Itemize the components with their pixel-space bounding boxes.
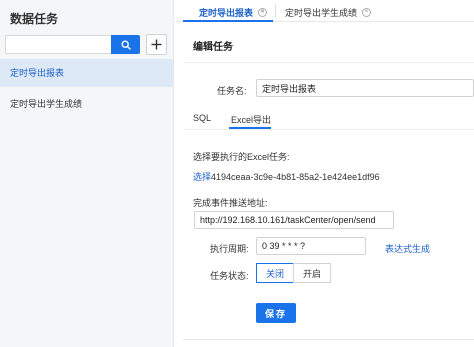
status-label: 任务状态: [210,271,249,281]
save-button[interactable]: 保存 [256,303,296,323]
plus-icon [151,39,162,50]
divider [183,62,474,63]
add-task-button[interactable] [146,34,167,55]
subtab-sql[interactable]: SQL [193,113,211,123]
tab-separator [275,4,276,18]
task-name-field[interactable]: 定时导出报表 [256,79,474,97]
search-button[interactable] [111,35,140,54]
divider [183,129,474,130]
tab-label: 定时导出学生成绩 [285,7,358,18]
excel-task-row: 选择4194ceaa-3c9e-4b81-85a2-1e424ee1df96 [193,170,380,183]
tab-grades[interactable]: 定时导出学生成绩 × [285,2,372,22]
sidebar-title: 数据任务 [10,12,59,26]
tab-active-indicator [183,20,273,22]
task-name-label: 任务名: [217,86,247,96]
excel-task-label: 选择要执行的Excel任务: [193,152,290,162]
close-icon[interactable]: × [258,7,268,17]
status-off-toggle[interactable]: 关闭 [256,263,294,283]
callback-url-label: 完成事件推送地址: [193,198,268,208]
search-icon [120,39,131,50]
task-list-item-grades[interactable]: 定时导出学生成绩 [0,90,173,118]
tab-label: 定时导出报表 [199,7,254,18]
search-bar [5,35,140,54]
close-icon[interactable]: × [362,7,372,17]
period-label: 执行周期: [210,244,249,254]
search-input[interactable] [5,35,111,54]
callback-url-value: http://192.168.10.161/taskCenter/open/se… [200,215,376,225]
task-list: 定时导出报表 定时导出学生成绩 [0,59,173,118]
excel-task-id: 4194ceaa-3c9e-4b81-85a2-1e424ee1df96 [211,172,380,182]
status-on-toggle[interactable]: 开启 [293,263,331,283]
tab-report[interactable]: 定时导出报表 × [199,2,268,22]
callback-url-field[interactable]: http://192.168.10.161/taskCenter/open/se… [194,211,394,229]
task-name-value: 定时导出报表 [262,83,317,94]
task-list-item-report[interactable]: 定时导出报表 [0,59,173,87]
period-value: 0 39 * * * ? [262,241,306,251]
period-field[interactable]: 0 39 * * * ? [256,237,366,255]
divider [183,339,474,340]
subtab-excel[interactable]: Excel导出 [231,113,271,126]
sidebar: 数据任务 定时导出报表 定时导出学生成绩 [0,0,174,347]
select-task-link[interactable]: 选择 [193,172,211,182]
panel-title: 编辑任务 [193,42,233,53]
expression-generator-link[interactable]: 表达式生成 [385,242,430,255]
